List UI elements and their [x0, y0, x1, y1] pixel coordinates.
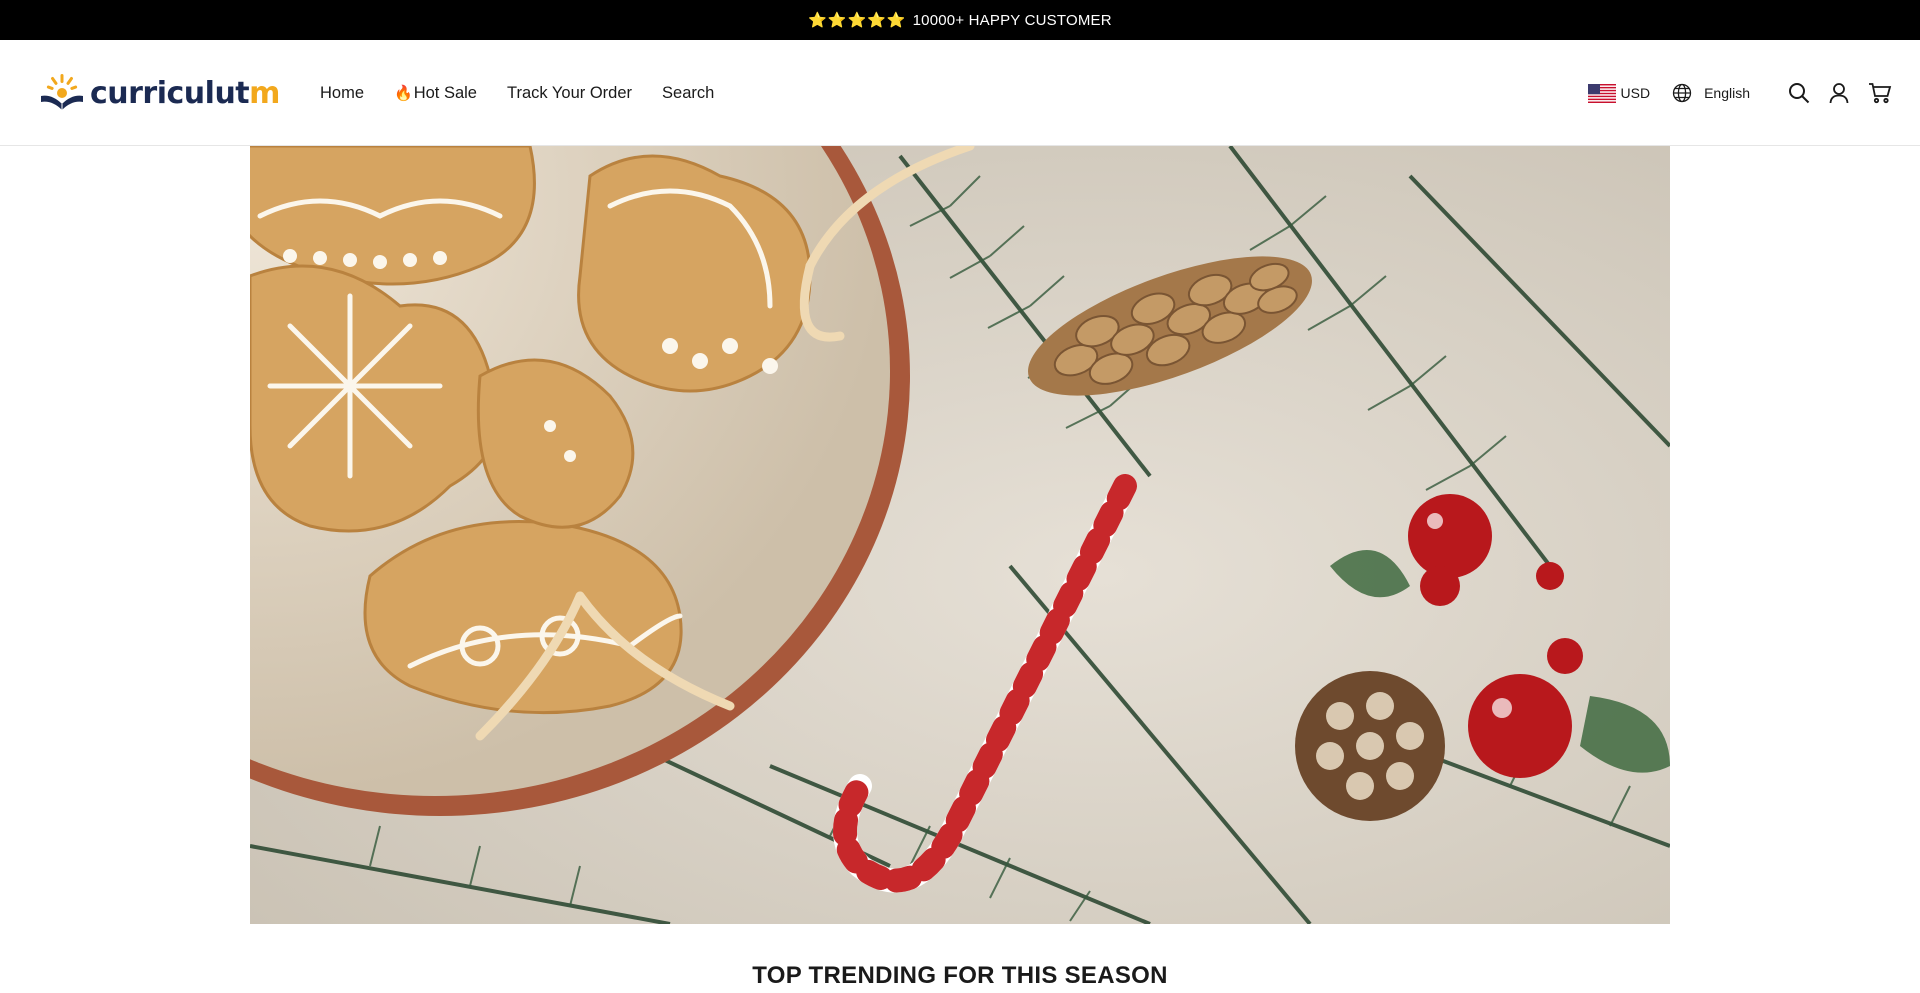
currency-selector[interactable]: USD [1587, 83, 1651, 103]
nav-track-order[interactable]: Track Your Order [507, 84, 632, 103]
hero-banner[interactable] [250, 146, 1670, 924]
account-icon[interactable] [1828, 82, 1850, 104]
announcement-bar: ⭐⭐⭐⭐⭐ 10000+ HAPPY CUSTOMER [0, 0, 1920, 40]
language-label: English [1704, 85, 1750, 101]
globe-icon [1672, 83, 1692, 103]
currency-label: USD [1620, 85, 1651, 101]
hero-image [250, 146, 1670, 924]
logo-icon [41, 74, 83, 110]
search-icon[interactable] [1788, 82, 1810, 104]
us-flag-icon [1587, 83, 1616, 103]
fire-icon: 🔥 [394, 85, 413, 102]
main-nav: Home 🔥 Hot Sale Track Your Order Search [320, 40, 744, 146]
site-logo[interactable]: curriculutm [38, 70, 280, 116]
logo-wordmark: curriculutm [90, 75, 280, 111]
header-actions: USD English [1587, 40, 1892, 146]
nav-home[interactable]: Home [320, 84, 364, 103]
rating-stars: ⭐⭐⭐⭐⭐ [808, 12, 907, 29]
nav-search[interactable]: Search [662, 84, 714, 103]
nav-hot-sale[interactable]: 🔥 Hot Sale [394, 84, 477, 103]
site-header: curriculutm Home 🔥 Hot Sale Track Your O… [0, 40, 1920, 146]
cart-icon[interactable] [1868, 82, 1892, 104]
section-title: TOP TRENDING FOR THIS SEASON [752, 962, 1168, 989]
announcement-text: 10000+ HAPPY CUSTOMER [912, 11, 1112, 29]
language-selector[interactable]: English [1672, 83, 1750, 103]
